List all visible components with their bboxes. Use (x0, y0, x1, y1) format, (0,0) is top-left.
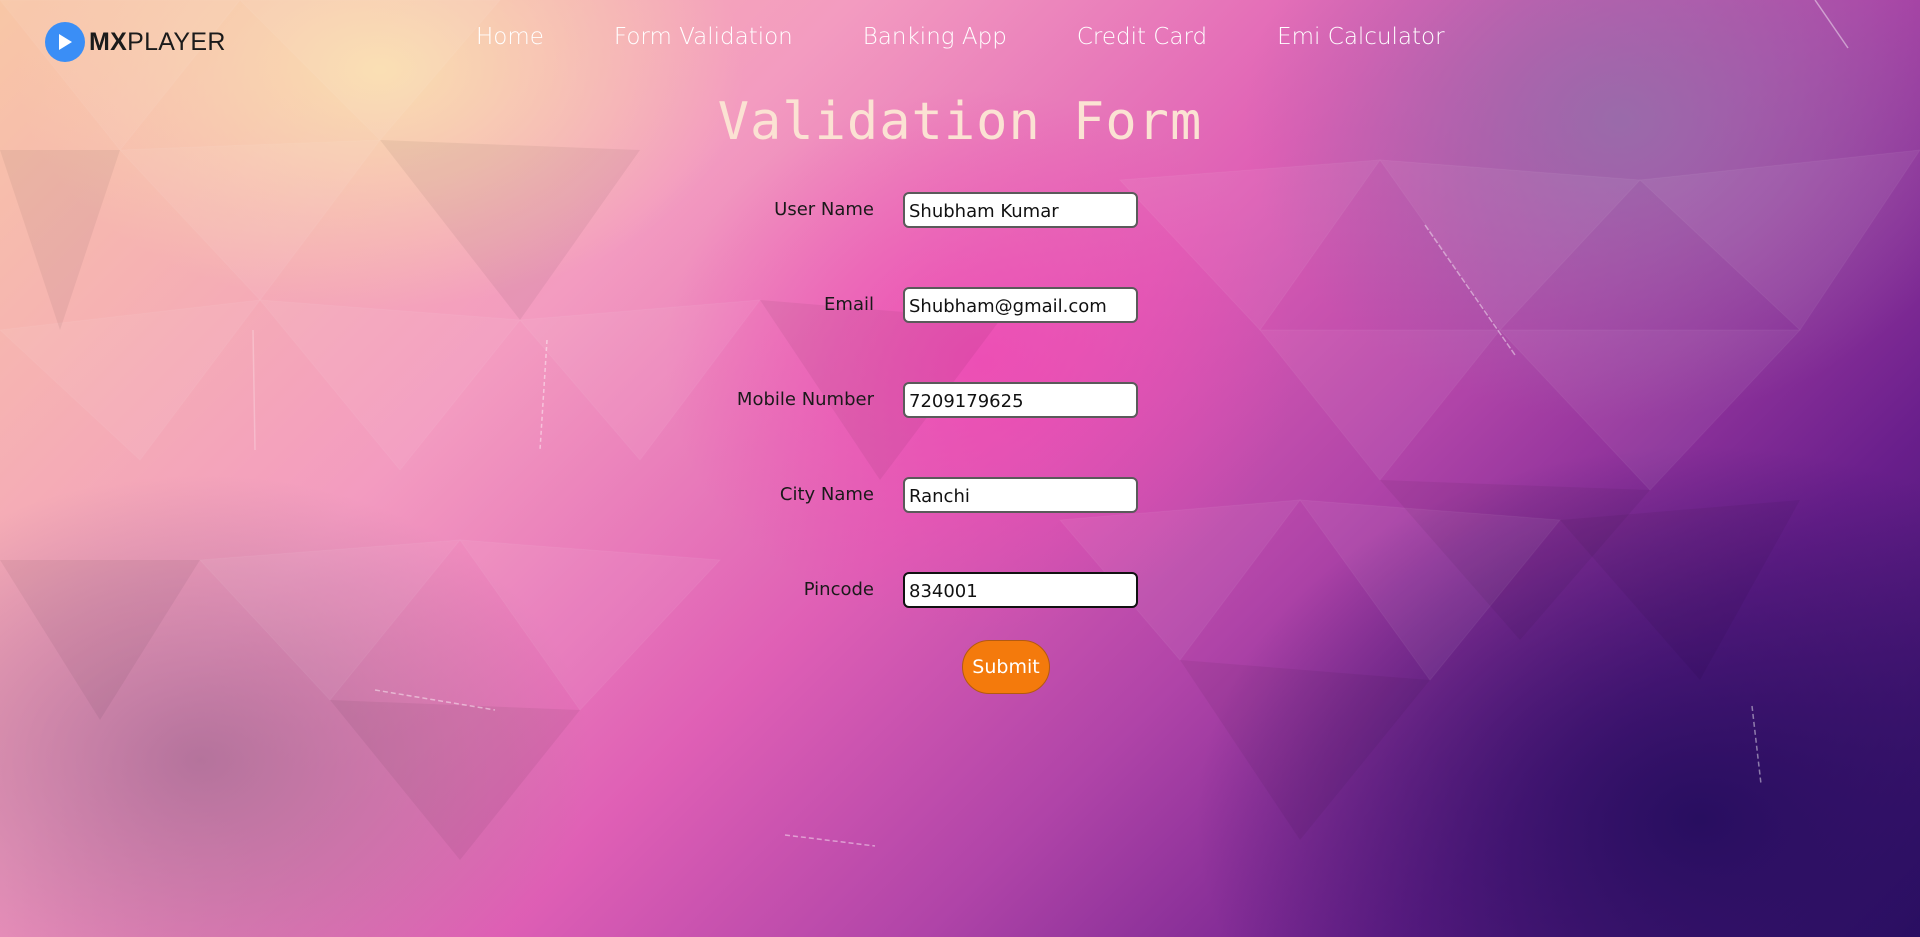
nav-link-banking-app[interactable]: Banking App (863, 24, 1007, 50)
user-name-input[interactable] (903, 192, 1138, 228)
city-name-label: City Name (779, 484, 874, 505)
pincode-input[interactable] (903, 572, 1138, 608)
logo-wordmark: MXPLAYER (89, 28, 226, 57)
mx-player-logo[interactable]: MXPLAYER (45, 22, 226, 62)
nav-link-emi-calculator[interactable]: Emi Calculator (1277, 24, 1444, 50)
logo-wordmark-player: PLAYER (127, 27, 226, 56)
nav-link-home[interactable]: Home (476, 24, 544, 50)
form-row-city-name: City Name (0, 477, 1920, 515)
logo-wordmark-mx: MX (89, 27, 128, 56)
pincode-label: Pincode (803, 579, 874, 600)
nav-link-credit-card[interactable]: Credit Card (1077, 24, 1207, 50)
top-nav-bar: MXPLAYER Home Form Validation Banking Ap… (0, 0, 1920, 84)
email-label: Email (824, 294, 874, 315)
form-row-email: Email (0, 287, 1920, 325)
nav-link-form-validation[interactable]: Form Validation (614, 24, 793, 50)
page-title: Validation Form (717, 92, 1203, 152)
email-input[interactable] (903, 287, 1138, 323)
form-row-pincode: Pincode (0, 572, 1920, 610)
form-row-mobile-number: Mobile Number (0, 382, 1920, 420)
submit-button[interactable]: Submit (962, 640, 1050, 694)
user-name-label: User Name (774, 199, 874, 220)
play-icon (45, 22, 85, 62)
form-row-user-name: User Name (0, 192, 1920, 230)
city-name-input[interactable] (903, 477, 1138, 513)
mobile-number-label: Mobile Number (736, 389, 874, 410)
main-nav: Home Form Validation Banking App Credit … (476, 24, 1445, 50)
mobile-number-input[interactable] (903, 382, 1138, 418)
